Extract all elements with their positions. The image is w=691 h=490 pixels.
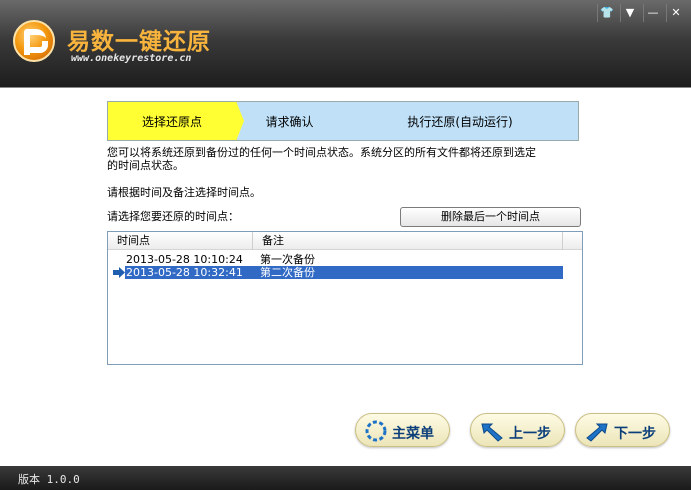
list-header: 时间点 备注 xyxy=(108,232,582,250)
row-note: 第二次备份 xyxy=(260,266,563,279)
shirt-icon[interactable]: 👕 xyxy=(597,4,616,22)
arrow-back-icon xyxy=(481,423,503,442)
status-bar: 版本 1.0.0 xyxy=(0,466,691,490)
step-indicator: 选择还原点 请求确认 执行还原(自动运行) xyxy=(107,101,579,141)
step-label: 请求确认 xyxy=(265,115,314,129)
step-arrow-icon xyxy=(236,101,244,141)
delete-last-point-button[interactable]: 删除最后一个时间点 xyxy=(400,207,581,227)
arrow-forward-icon xyxy=(586,423,608,442)
menu-down-icon[interactable]: ▼ xyxy=(620,4,639,22)
minimize-icon[interactable]: — xyxy=(643,4,662,22)
restore-point-list[interactable]: 时间点 备注 2013-05-28 10:10:24 第一次备份 2013-05… xyxy=(107,231,583,365)
prev-step-button[interactable]: 上一步 xyxy=(470,413,565,447)
hint-select-by-time: 请根据时间及备注选择时间点。 xyxy=(107,186,261,199)
close-icon[interactable]: ✕ xyxy=(666,4,685,22)
row-time: 2013-05-28 10:10:24 xyxy=(126,253,243,266)
prev-step-label: 上一步 xyxy=(509,426,551,442)
table-row[interactable]: 2013-05-28 10:10:24 第一次备份 xyxy=(108,253,582,266)
version-label: 版本 1.0.0 xyxy=(18,473,80,486)
row-note: 第一次备份 xyxy=(260,253,315,266)
column-header-note[interactable]: 备注 xyxy=(253,232,563,250)
main-menu-label: 主菜单 xyxy=(392,426,434,442)
step-label: 选择还原点 xyxy=(141,115,202,129)
row-time: 2013-05-28 10:32:41 xyxy=(125,266,260,279)
step-arrow-icon xyxy=(341,101,349,141)
app-title: 易数一键还原 xyxy=(67,29,211,55)
app-logo-icon xyxy=(13,20,55,62)
step-execute-restore: 执行还原(自动运行) xyxy=(342,101,579,141)
main-menu-button[interactable]: 主菜单 xyxy=(355,413,450,447)
next-step-label: 下一步 xyxy=(614,426,656,442)
table-row[interactable]: 2013-05-28 10:32:41 第二次备份 xyxy=(108,266,582,279)
hint-choose-point: 请选择您要还原的时间点： xyxy=(107,210,239,223)
column-header-time[interactable]: 时间点 xyxy=(108,232,253,250)
next-step-button[interactable]: 下一步 xyxy=(575,413,670,447)
description-line-2: 的时间点状态。 xyxy=(107,159,184,172)
main-menu-icon xyxy=(365,420,387,442)
description-line-1: 您可以将系统还原到备份过的任何一个时间点状态。系统分区的所有文件都将还原到选定 xyxy=(107,146,536,159)
row-arrow-icon xyxy=(113,267,125,278)
step-select-restore-point: 选择还原点 xyxy=(107,101,237,141)
app-url: www.onekeyrestore.cn xyxy=(71,53,192,64)
step-request-confirm: 请求确认 xyxy=(237,101,342,141)
step-label: 执行还原(自动运行) xyxy=(407,115,513,129)
window-controls: 👕 ▼ — ✕ xyxy=(597,4,685,22)
title-bar: 易数一键还原 www.onekeyrestore.cn 👕 ▼ — ✕ xyxy=(0,0,691,88)
